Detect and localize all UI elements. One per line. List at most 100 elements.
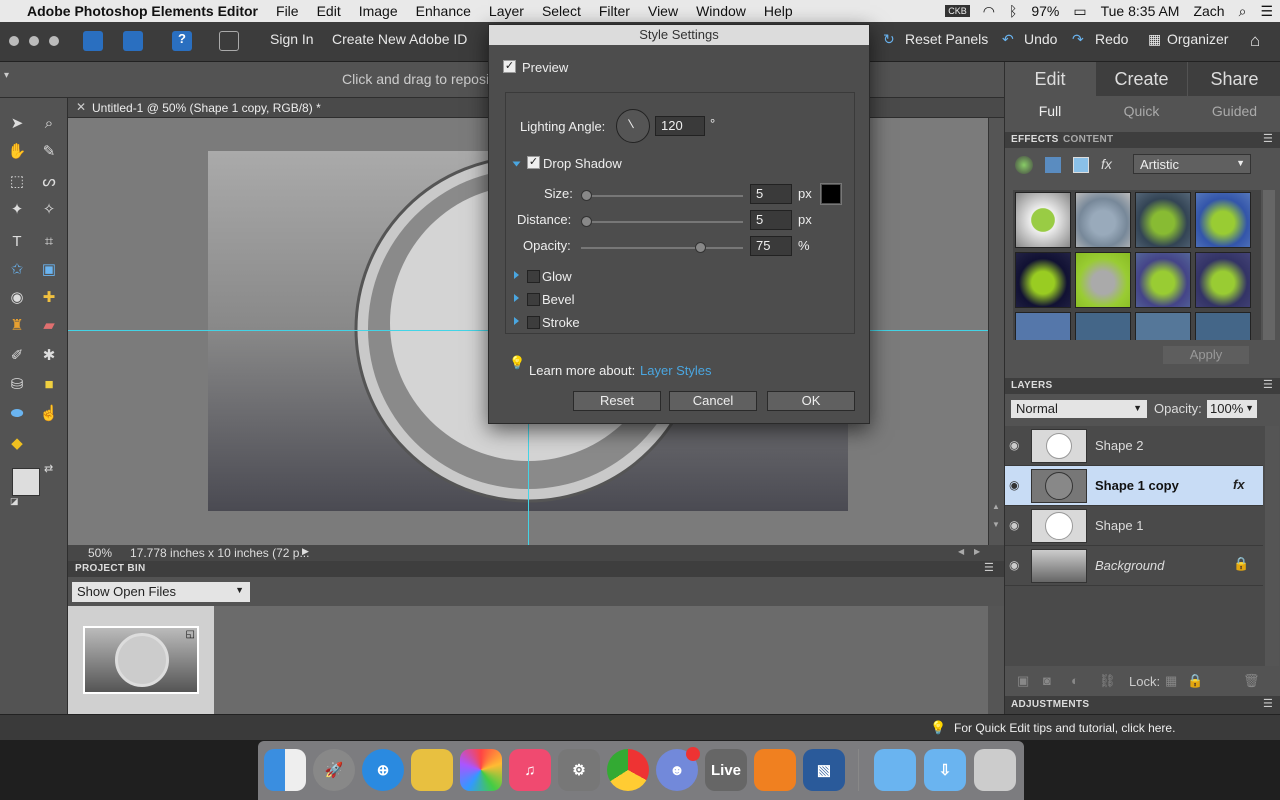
default-colors-icon[interactable]: ◪ xyxy=(10,496,19,507)
cookie-cutter-tool-icon[interactable]: ✩ xyxy=(6,258,28,280)
stroke-expand-icon[interactable] xyxy=(514,317,519,325)
distance-slider[interactable] xyxy=(581,216,743,227)
menu-enhance[interactable]: Enhance xyxy=(407,3,480,19)
layer-styles-icon[interactable] xyxy=(1045,157,1061,173)
finder-icon[interactable] xyxy=(264,749,306,791)
zoom-tool-icon[interactable]: ⌕ xyxy=(38,112,60,134)
add-mask-icon[interactable]: ◙ xyxy=(1043,673,1051,688)
effect-thumbnail[interactable] xyxy=(1075,312,1131,340)
magic-wand-tool-icon[interactable]: ✦ xyxy=(6,198,28,220)
blend-mode-dropdown[interactable]: Normal ▼ xyxy=(1011,400,1147,418)
eye-icon[interactable]: ◉ xyxy=(1009,438,1019,452)
canvas-vertical-scrollbar[interactable]: ▲ ▼ xyxy=(988,118,1004,545)
content-tab[interactable]: CONTENT xyxy=(1063,134,1113,145)
zoom-level[interactable]: 50% xyxy=(88,546,112,560)
effect-thumbnail[interactable] xyxy=(1015,192,1071,248)
reset-panels-icon[interactable]: ↻ xyxy=(883,31,895,48)
eye-icon[interactable]: ◉ xyxy=(1009,558,1019,572)
scroll-left-icon[interactable]: ◀ xyxy=(958,547,964,556)
apply-button[interactable]: Apply xyxy=(1163,346,1249,364)
layer-row[interactable]: ◉ Background 🔒 xyxy=(1005,546,1263,586)
layers-scrollbar[interactable] xyxy=(1265,426,1279,666)
filters-icon[interactable] xyxy=(1015,156,1033,174)
menu-select[interactable]: Select xyxy=(533,3,590,19)
user-name[interactable]: Zach xyxy=(1186,3,1231,19)
menu-window[interactable]: Window xyxy=(687,3,755,19)
redo-button[interactable]: Redo xyxy=(1095,31,1128,47)
bevel-checkbox[interactable] xyxy=(527,293,540,306)
distance-input[interactable]: 5 xyxy=(750,210,792,230)
home-icon[interactable]: ⌂ xyxy=(1250,31,1260,51)
type-tool-icon[interactable]: T xyxy=(6,230,28,252)
effect-thumbnail[interactable] xyxy=(1135,252,1191,308)
redo-icon[interactable]: ↷ xyxy=(1072,31,1084,48)
adjustment-layer-icon[interactable]: ◐ xyxy=(1071,673,1079,688)
project-bin-scrollbar[interactable] xyxy=(988,606,1004,714)
preview-checkbox[interactable]: ✓ xyxy=(503,60,516,73)
quick-edit-tip-link[interactable]: For Quick Edit tips and tutorial, click … xyxy=(954,721,1175,735)
organizer-icon[interactable]: ▦ xyxy=(1148,31,1161,48)
eyedropper-tool-icon[interactable]: ✎ xyxy=(38,140,60,162)
clock[interactable]: Tue 8:35 AM xyxy=(1094,3,1187,19)
reset-button[interactable]: Reset xyxy=(573,391,661,411)
eraser-tool-icon[interactable]: ▰ xyxy=(38,314,60,336)
applications-folder-icon[interactable] xyxy=(874,749,916,791)
undo-button[interactable]: Undo xyxy=(1024,31,1057,47)
tab-edit[interactable]: Edit xyxy=(1005,62,1095,96)
recompose-tool-icon[interactable]: ▣ xyxy=(38,258,60,280)
hand-tool-icon[interactable]: ✋ xyxy=(6,140,28,162)
effects-category-dropdown[interactable]: Artistic ▼ xyxy=(1133,154,1251,174)
photo-effects-icon[interactable] xyxy=(1073,157,1089,173)
brush-tool-icon[interactable]: ✐ xyxy=(6,344,28,366)
opacity-input[interactable]: 75 xyxy=(750,236,792,256)
opacity-slider[interactable] xyxy=(581,242,743,253)
healing-brush-tool-icon[interactable]: ✚ xyxy=(38,286,60,308)
layer-row[interactable]: ◉ Shape 1 xyxy=(1005,506,1263,546)
effect-thumbnail[interactable] xyxy=(1195,312,1251,340)
effects-tab[interactable]: EFFECTS xyxy=(1011,134,1059,145)
menu-image[interactable]: Image xyxy=(350,3,407,19)
scroll-right-icon[interactable]: ▶ xyxy=(974,547,980,556)
effect-thumbnail[interactable] xyxy=(1075,252,1131,308)
sign-in-link[interactable]: Sign In xyxy=(270,31,314,47)
custom-shape-tool-icon[interactable]: ⬬ xyxy=(6,402,28,424)
window-close-button[interactable] xyxy=(9,36,19,46)
effect-thumbnail[interactable] xyxy=(1075,192,1131,248)
menu-view[interactable]: View xyxy=(639,3,687,19)
window-minimize-button[interactable] xyxy=(29,36,39,46)
mode-full[interactable]: Full xyxy=(1005,98,1095,124)
status-menu-arrow-icon[interactable]: ▶ xyxy=(302,546,309,557)
effect-thumbnail[interactable] xyxy=(1015,252,1071,308)
lighting-angle-input[interactable]: 120 xyxy=(655,116,705,136)
effect-thumbnail[interactable] xyxy=(1195,192,1251,248)
glow-expand-icon[interactable] xyxy=(514,271,519,279)
spotlight-icon[interactable]: ⌕ xyxy=(1232,3,1254,20)
swap-colors-icon[interactable]: ⇄ xyxy=(44,462,53,475)
fx-icon[interactable]: fx xyxy=(1233,477,1245,492)
quick-selection-tool-icon[interactable]: ✧ xyxy=(38,198,60,220)
workspace-layout-icon[interactable] xyxy=(219,31,239,51)
lock-transparency-icon[interactable]: ▦ xyxy=(1165,673,1177,689)
layers-menu-icon[interactable]: ☰ xyxy=(1263,378,1273,391)
lock-icon[interactable]: 🔒 xyxy=(1233,556,1249,572)
project-bin-filter-dropdown[interactable]: Show Open Files ▼ xyxy=(72,582,250,602)
new-file-icon[interactable] xyxy=(83,31,103,51)
effects-scrollbar[interactable] xyxy=(1263,190,1275,340)
scroll-up-icon[interactable]: ▲ xyxy=(992,502,1000,511)
menu-help[interactable]: Help xyxy=(755,3,802,19)
layer-row-selected[interactable]: ◉ Shape 1 copy fx xyxy=(1005,466,1263,506)
bevel-expand-icon[interactable] xyxy=(514,294,519,302)
sponge-tool-icon[interactable]: ◆ xyxy=(6,432,28,454)
photos-icon[interactable] xyxy=(460,749,502,791)
drop-shadow-checkbox[interactable]: ✓ xyxy=(527,156,540,169)
foreground-color-swatch[interactable] xyxy=(12,468,40,496)
link-layers-icon[interactable]: ⛓ xyxy=(1099,673,1116,689)
close-document-icon[interactable]: ✕ xyxy=(76,100,86,114)
trash-icon[interactable] xyxy=(974,749,1016,791)
cancel-button[interactable]: Cancel xyxy=(669,391,757,411)
wifi-icon[interactable]: ◠ xyxy=(976,3,1002,20)
smart-brush-tool-icon[interactable]: ✱ xyxy=(38,344,60,366)
lasso-tool-icon[interactable]: ᔕ xyxy=(38,170,60,192)
fl-studio-icon[interactable] xyxy=(754,749,796,791)
bluetooth-icon[interactable]: ᛒ xyxy=(1002,3,1024,19)
